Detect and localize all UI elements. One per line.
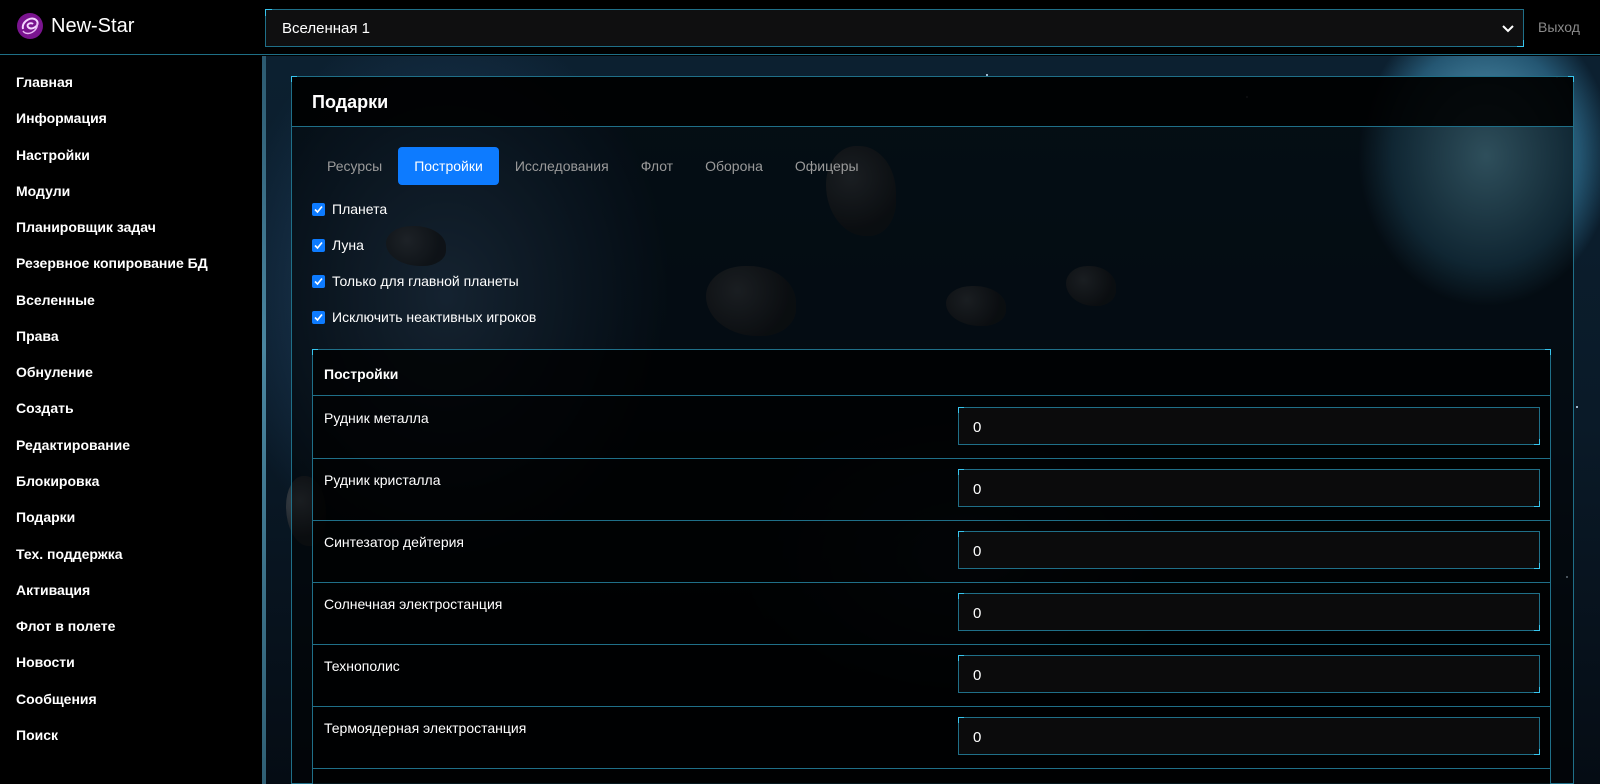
main-planet-only-checkbox[interactable] — [312, 274, 325, 288]
sidebar-item-activation[interactable]: Активация — [16, 582, 90, 598]
checkmark-icon — [314, 313, 323, 321]
sidebar-item-scheduler[interactable]: Планировщик задач — [16, 219, 156, 235]
sidebar-item-backup[interactable]: Резервное копирование БД — [16, 255, 208, 271]
planet-checkbox[interactable] — [312, 202, 325, 216]
sidebar-item-gifts[interactable]: Подарки — [16, 509, 75, 525]
logout-link[interactable]: Выход — [1538, 19, 1580, 35]
sidebar-item-create[interactable]: Создать — [16, 400, 74, 416]
sidebar-item-home[interactable]: Главная — [16, 74, 73, 90]
sidebar: Главная Информация Настройки Модули План… — [0, 56, 262, 784]
option-planet: Планета — [312, 201, 387, 217]
chevron-down-icon — [1502, 25, 1514, 33]
technopolis-input[interactable]: 0 — [958, 655, 1540, 693]
row-label: Рудник кристалла — [324, 472, 441, 488]
page-title: Подарки — [312, 92, 389, 112]
option-exclude-inactive: Исключить неактивных игроков — [312, 309, 536, 325]
sidebar-item-reset[interactable]: Обнуление — [16, 364, 93, 380]
input-value: 0 — [973, 605, 982, 622]
table-row: Рудник металла 0 — [313, 396, 1550, 459]
moon-checkbox-label: Луна — [332, 237, 364, 253]
buildings-table: Постройки Рудник металла 0 Рудник криста… — [312, 349, 1551, 784]
tab-buildings[interactable]: Постройки — [398, 147, 499, 185]
metal-mine-input[interactable]: 0 — [958, 407, 1540, 445]
star — [1576, 406, 1578, 408]
deuterium-synthesizer-input[interactable]: 0 — [958, 531, 1540, 569]
exclude-inactive-checkbox[interactable] — [312, 310, 325, 324]
sidebar-item-settings[interactable]: Настройки — [16, 147, 90, 163]
fusion-plant-input[interactable]: 0 — [958, 717, 1540, 755]
brand-name: New-Star — [51, 14, 135, 37]
tab-research[interactable]: Исследования — [499, 147, 625, 185]
top-bar: New-Star Вселенная 1 Выход — [0, 0, 1600, 55]
sidebar-item-news[interactable]: Новости — [16, 654, 75, 670]
table-header-label: Постройки — [324, 366, 399, 382]
input-value: 0 — [973, 481, 982, 498]
sidebar-item-messages[interactable]: Сообщения — [16, 691, 97, 707]
planet-checkbox-label: Планета — [332, 201, 388, 217]
gifts-panel: Подарки Ресурсы Постройки Исследования Ф… — [291, 76, 1574, 784]
universe-select[interactable]: Вселенная 1 — [265, 9, 1524, 47]
crystal-mine-input[interactable]: 0 — [958, 469, 1540, 507]
sidebar-item-universes[interactable]: Вселенные — [16, 292, 95, 308]
row-label: Рудник металла — [324, 410, 429, 426]
row-label: Синтезатор дейтерия — [324, 534, 465, 550]
tab-officers[interactable]: Офицеры — [779, 147, 875, 185]
tab-defense[interactable]: Оборона — [689, 147, 779, 185]
tab-resources[interactable]: Ресурсы — [311, 147, 398, 185]
sidebar-scrollbar[interactable] — [262, 56, 266, 784]
input-value: 0 — [973, 419, 982, 436]
sidebar-item-ban[interactable]: Блокировка — [16, 473, 99, 489]
main-planet-only-checkbox-label: Только для главной планеты — [332, 273, 519, 289]
panel-header: Подарки — [292, 77, 1573, 127]
exclude-inactive-checkbox-label: Исключить неактивных игроков — [332, 309, 537, 325]
input-value: 0 — [973, 543, 982, 560]
table-row: Рудник кристалла 0 — [313, 458, 1550, 521]
table-row: Термоядерная электростанция 0 — [313, 706, 1550, 769]
universe-select-value: Вселенная 1 — [282, 20, 370, 37]
option-moon: Луна — [312, 237, 364, 253]
table-row: Технополис 0 — [313, 644, 1550, 707]
brand[interactable]: New-Star — [15, 11, 134, 41]
row-label: Технополис — [324, 658, 400, 674]
sidebar-item-info[interactable]: Информация — [16, 110, 107, 126]
checkmark-icon — [314, 277, 323, 285]
table-header: Постройки — [313, 350, 1550, 396]
sidebar-item-support[interactable]: Тех. поддержка — [16, 546, 123, 562]
sidebar-item-rights[interactable]: Права — [16, 328, 59, 344]
option-main-planet-only: Только для главной планеты — [312, 273, 519, 289]
tab-bar: Ресурсы Постройки Исследования Флот Обор… — [311, 147, 875, 185]
checkmark-icon — [314, 241, 323, 249]
row-label: Солнечная электростанция — [324, 596, 503, 612]
tab-fleet[interactable]: Флот — [625, 147, 689, 185]
solar-plant-input[interactable]: 0 — [958, 593, 1540, 631]
sidebar-item-modules[interactable]: Модули — [16, 183, 70, 199]
galaxy-swirl-icon — [17, 13, 43, 39]
input-value: 0 — [973, 729, 982, 746]
row-label: Термоядерная электростанция — [324, 720, 527, 736]
input-value: 0 — [973, 667, 982, 684]
table-row: Солнечная электростанция 0 — [313, 582, 1550, 645]
sidebar-item-edit[interactable]: Редактирование — [16, 437, 130, 453]
moon-checkbox[interactable] — [312, 238, 325, 252]
sidebar-item-fleet-in-flight[interactable]: Флот в полете — [16, 618, 115, 634]
sidebar-item-search[interactable]: Поиск — [16, 727, 58, 743]
table-row: Синтезатор дейтерия 0 — [313, 520, 1550, 583]
checkmark-icon — [314, 205, 323, 213]
